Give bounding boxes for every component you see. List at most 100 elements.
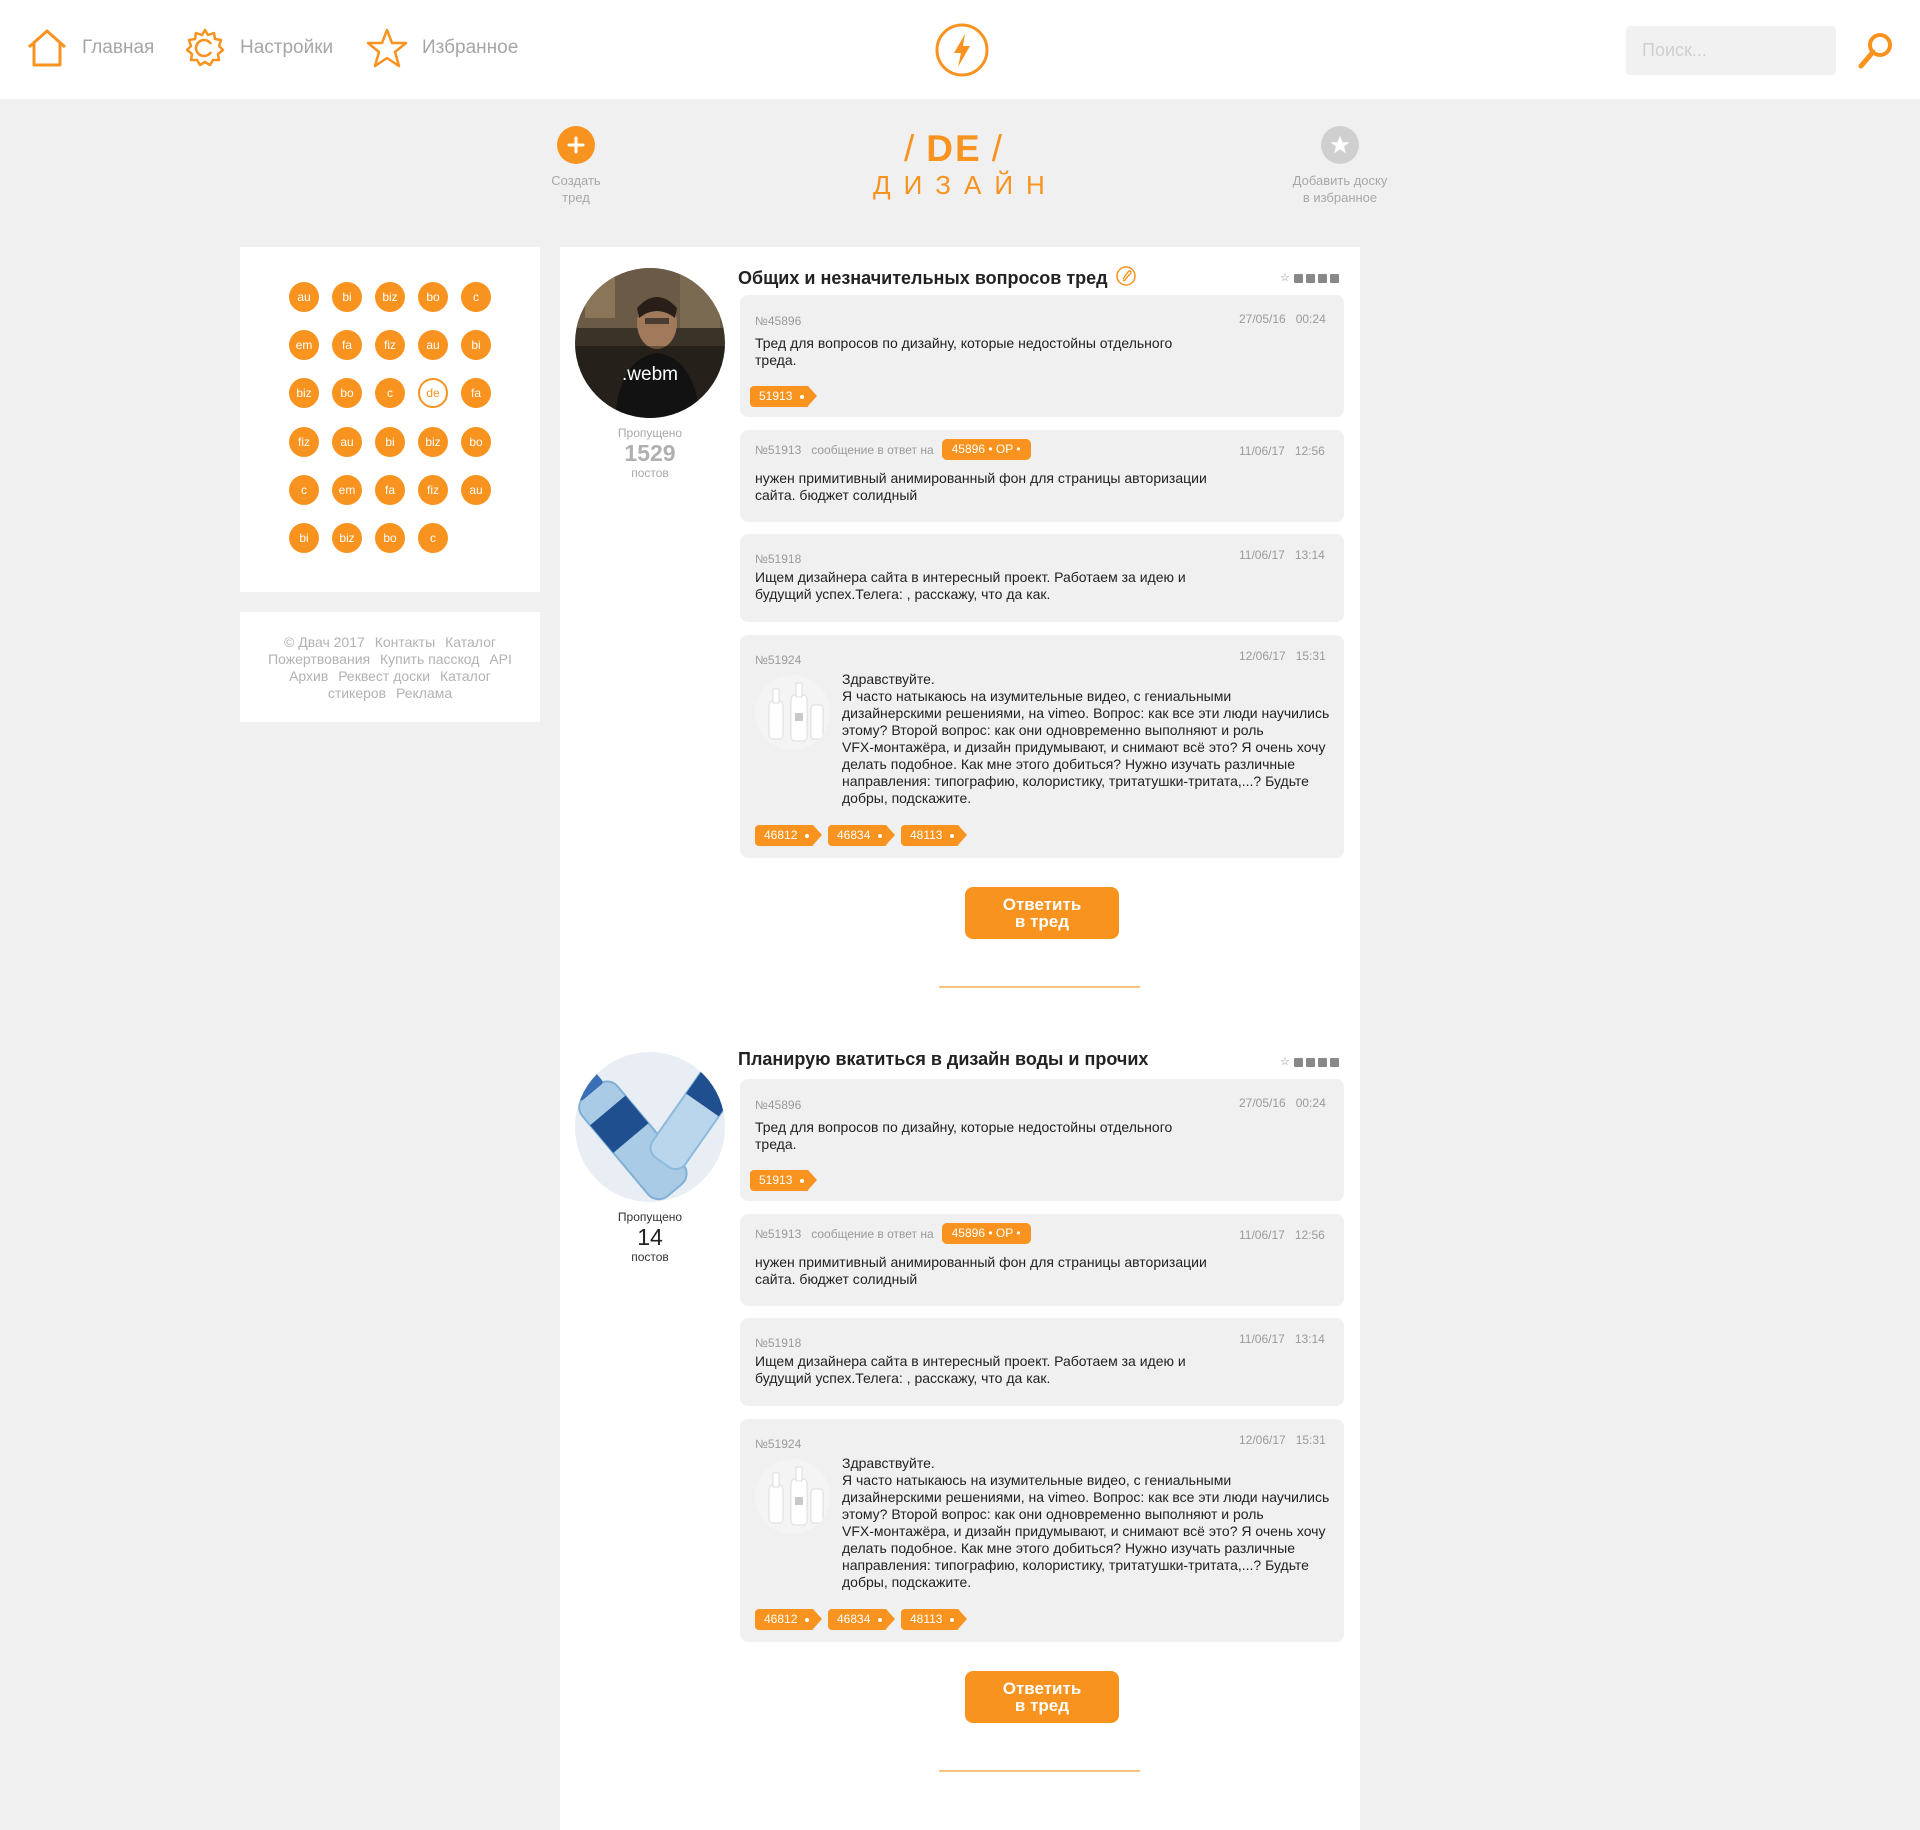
- lightning-logo-icon[interactable]: [934, 22, 990, 78]
- hide-icon[interactable]: [1294, 1058, 1303, 1067]
- post-number[interactable]: №51918: [755, 552, 801, 566]
- skipped-label: Пропущено: [617, 426, 683, 440]
- post-text-line: сайта. бюджет солидный: [755, 1271, 918, 1287]
- footer-link-contacts[interactable]: Контакты: [375, 634, 435, 650]
- footer-link-stickers[interactable]: стикеров: [328, 685, 386, 701]
- thread-title[interactable]: Общих и незначительных вопросов тред: [738, 266, 1136, 291]
- create-thread-button[interactable]: Создать тред: [540, 126, 612, 206]
- board-link[interactable]: biz: [332, 523, 362, 553]
- post-number[interactable]: №51924: [755, 1437, 801, 1451]
- footer-link-archive[interactable]: Архив: [289, 668, 328, 684]
- post-number[interactable]: №45896: [755, 1098, 801, 1112]
- info-icon[interactable]: [1318, 274, 1327, 283]
- reply-to-thread-button[interactable]: Ответить в тред: [965, 887, 1119, 939]
- reply-link-tag[interactable]: 48113: [901, 825, 969, 846]
- footer-link-catalog[interactable]: Каталог: [445, 634, 496, 650]
- board-link[interactable]: c: [375, 378, 405, 408]
- board-link[interactable]: au: [289, 282, 319, 312]
- minus-icon[interactable]: [1306, 1058, 1315, 1067]
- thread-image-thumbnail[interactable]: [575, 1052, 725, 1202]
- minus-icon[interactable]: [1306, 274, 1315, 283]
- post-text-line: будущий успех.Телега: , расскажу, что да…: [755, 586, 1051, 602]
- board-link[interactable]: bo: [332, 378, 362, 408]
- hide-icon[interactable]: [1294, 274, 1303, 283]
- board-link[interactable]: fa: [461, 378, 491, 408]
- post-reply-header: №51913 сообщение в ответ на 45896 • OP •: [755, 439, 1031, 460]
- search-input[interactable]: [1626, 26, 1836, 75]
- board-link[interactable]: fiz: [375, 330, 405, 360]
- reply-op-tag[interactable]: 45896 • OP •: [941, 1223, 1031, 1244]
- thread-video-thumbnail[interactable]: .webm: [575, 268, 725, 418]
- board-link[interactable]: em: [289, 330, 319, 360]
- post-text-line: этому? Второй вопрос: как они одновремен…: [842, 722, 1264, 738]
- post-number[interactable]: №51913: [755, 443, 801, 457]
- thread-title[interactable]: Планирую вкатиться в дизайн воды и прочи…: [738, 1049, 1148, 1070]
- post-text: Здравствуйте. Я часто натыкаюсь на изуми…: [842, 671, 1332, 807]
- nav-settings-label: Настройки: [240, 37, 334, 58]
- board-link-active[interactable]: de: [418, 378, 448, 408]
- reply-link-tag[interactable]: 46834: [828, 825, 896, 846]
- search-icon[interactable]: [1856, 30, 1896, 70]
- post-image-thumbnail[interactable]: [755, 1459, 830, 1534]
- board-link[interactable]: bi: [332, 282, 362, 312]
- post-text-line: добры, подскажите.: [842, 790, 972, 806]
- reply-link-tag[interactable]: 46812: [755, 1609, 823, 1630]
- threads-panel: .webm Пропущено 1529 постов Общих и незн…: [560, 247, 1360, 1830]
- post-date: 27/05/16 00:24: [1239, 312, 1326, 326]
- add-board-to-favorites-button[interactable]: Добавить доску в избранное: [1276, 126, 1404, 206]
- nav-favorites[interactable]: Избранное: [366, 22, 518, 74]
- post-number[interactable]: №51913: [755, 1227, 801, 1241]
- play-icon[interactable]: [1330, 274, 1339, 283]
- info-icon[interactable]: [1318, 1058, 1327, 1067]
- star-icon[interactable]: ☆: [1280, 1057, 1291, 1068]
- board-link[interactable]: biz: [418, 427, 448, 457]
- play-icon[interactable]: [1330, 1058, 1339, 1067]
- board-link[interactable]: bo: [375, 523, 405, 553]
- board-link[interactable]: bo: [418, 282, 448, 312]
- board-link[interactable]: em: [332, 475, 362, 505]
- board-link[interactable]: fiz: [289, 427, 319, 457]
- footer-link-api[interactable]: API: [489, 651, 512, 667]
- board-link[interactable]: fa: [375, 475, 405, 505]
- star-icon[interactable]: ☆: [1280, 273, 1291, 284]
- nav-settings[interactable]: Настройки: [184, 22, 333, 74]
- board-link[interactable]: bo: [461, 427, 491, 457]
- post-number[interactable]: №51924: [755, 653, 801, 667]
- board-link[interactable]: c: [461, 282, 491, 312]
- board-link[interactable]: bi: [289, 523, 319, 553]
- board-link[interactable]: fa: [332, 330, 362, 360]
- star-icon: [366, 27, 408, 69]
- footer-link-ads[interactable]: Реклама: [396, 685, 452, 701]
- reply-link-tag[interactable]: 46812: [755, 825, 823, 846]
- reply-link-tag[interactable]: 48113: [901, 1609, 969, 1630]
- board-link[interactable]: biz: [375, 282, 405, 312]
- footer-link-passcode[interactable]: Купить пасскод: [380, 651, 479, 667]
- board-link[interactable]: fiz: [418, 475, 448, 505]
- footer-line: Архив Реквест доски Каталог: [258, 668, 522, 685]
- post-number[interactable]: №45896: [755, 314, 801, 328]
- reply-link-tag[interactable]: 51913: [750, 1170, 818, 1191]
- skipped-unit: постов: [631, 466, 669, 480]
- reply-link-tag[interactable]: 46834: [828, 1609, 896, 1630]
- nav-home[interactable]: Главная: [26, 22, 154, 74]
- reply-op-tag[interactable]: 45896 • OP •: [941, 439, 1031, 460]
- board-link[interactable]: bi: [375, 427, 405, 457]
- post-number[interactable]: №51918: [755, 1336, 801, 1350]
- plus-icon: [557, 126, 595, 164]
- board-link[interactable]: au: [418, 330, 448, 360]
- reply-button-label: Ответить в тред: [1003, 1680, 1082, 1714]
- board-link[interactable]: biz: [289, 378, 319, 408]
- post-text-line: Я часто натыкаюсь на изумительные видео,…: [842, 688, 1232, 704]
- reply-link-tag[interactable]: 51913: [750, 386, 818, 407]
- board-link[interactable]: au: [332, 427, 362, 457]
- board-link[interactable]: c: [289, 475, 319, 505]
- reply-to-thread-button[interactable]: Ответить в тред: [965, 1671, 1119, 1723]
- footer-link-donations[interactable]: Пожертвования: [268, 651, 370, 667]
- board-link[interactable]: c: [418, 523, 448, 553]
- footer-link-sticker-catalog[interactable]: Каталог: [440, 668, 491, 684]
- board-link[interactable]: au: [461, 475, 491, 505]
- post-text-line: нужен примитивный анимированный фон для …: [755, 470, 1207, 486]
- footer-link-board-request[interactable]: Реквест доски: [338, 668, 430, 684]
- board-link[interactable]: bi: [461, 330, 491, 360]
- post-image-thumbnail[interactable]: [755, 675, 830, 750]
